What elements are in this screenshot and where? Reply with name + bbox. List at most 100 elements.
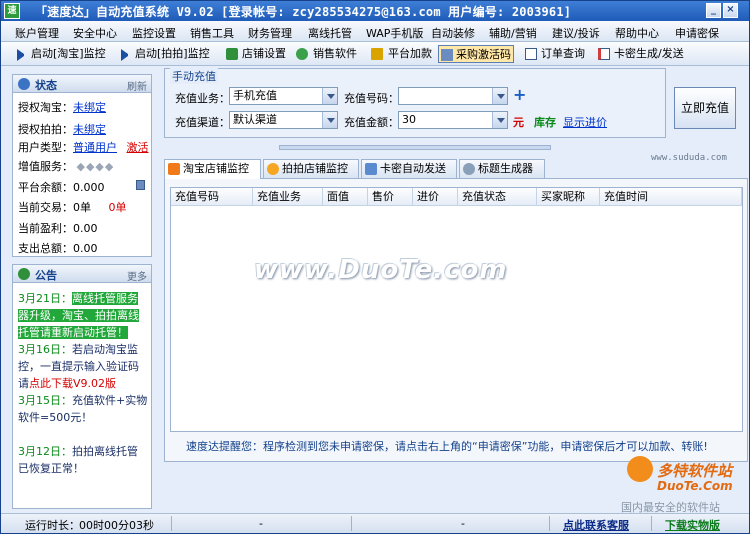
start-taobao-monitor-button[interactable]: 启动[淘宝]监控 bbox=[17, 45, 106, 63]
notice-panel-header: 公告 更多 bbox=[13, 265, 151, 283]
divider bbox=[651, 516, 652, 531]
current-profit-row: 当前盈利：0.00 bbox=[18, 220, 98, 236]
tab-label: 卡密自动发送 bbox=[380, 162, 446, 175]
tab-taobao-monitor[interactable]: 淘宝店铺监控 bbox=[164, 159, 261, 179]
column-header[interactable]: 面值 bbox=[323, 188, 368, 206]
column-header[interactable]: 充值业务 bbox=[253, 188, 323, 206]
menu-suggestions[interactable]: 建议/投诉 bbox=[552, 25, 600, 41]
people-icon bbox=[296, 48, 308, 60]
amount-value: 30 bbox=[402, 113, 416, 126]
start-paipai-monitor-button[interactable]: 启动[拍拍]监控 bbox=[121, 45, 210, 63]
site-url: www.sududa.com bbox=[651, 153, 727, 163]
refresh-link[interactable]: 刷新 bbox=[127, 78, 147, 93]
platform-add-funds-button[interactable]: 平台加款 bbox=[371, 45, 432, 63]
balance-value: 0.000 bbox=[73, 181, 105, 194]
status-icon bbox=[18, 78, 30, 90]
sell-software-label: 销售软件 bbox=[313, 47, 357, 60]
auth-paipai-link[interactable]: 未绑定 bbox=[73, 123, 106, 136]
menu-bar: 账户管理 安全中心 监控设置 销售工具 财务管理 离线托管 WAP手机版 自动装… bbox=[1, 21, 749, 42]
menu-finance[interactable]: 财务管理 bbox=[248, 25, 292, 41]
card-generate-send-button[interactable]: 卡密生成/发送 bbox=[598, 45, 684, 63]
business-select[interactable]: 手机充值 bbox=[229, 87, 338, 105]
badge-name: 多特软件站 bbox=[657, 462, 733, 480]
tab-paipai-monitor[interactable]: 拍拍店铺监控 bbox=[263, 159, 359, 178]
app-icon: 速 bbox=[4, 3, 20, 19]
channel-label: 充值渠道： bbox=[175, 116, 230, 129]
status-dash: - bbox=[259, 517, 263, 530]
menu-apply-security[interactable]: 申请密保 bbox=[675, 25, 719, 41]
notice-date: 3月16日： bbox=[18, 343, 72, 356]
total-expense-row: 支出总额：0.00 bbox=[18, 240, 98, 256]
menu-monitor-settings[interactable]: 监控设置 bbox=[132, 25, 176, 41]
stock-link[interactable]: 库存 bbox=[534, 114, 556, 130]
business-value: 手机充值 bbox=[233, 89, 277, 102]
menu-auto-decorate[interactable]: 自动装修 bbox=[431, 25, 475, 41]
expense-value: 0.00 bbox=[73, 242, 98, 255]
recharge-now-button[interactable]: 立即充值 bbox=[674, 87, 736, 129]
watermark-text: www.DuoTe.com bbox=[254, 255, 508, 285]
minimize-button[interactable]: _ bbox=[706, 3, 721, 18]
column-header[interactable]: 进价 bbox=[413, 188, 458, 206]
card-icon bbox=[365, 163, 377, 175]
close-button[interactable]: × bbox=[723, 3, 738, 18]
menu-wap[interactable]: WAP手机版 bbox=[366, 25, 423, 41]
notice-item[interactable]: 3月15日：充值软件+实物软件=500元！ bbox=[18, 392, 148, 426]
tab-label: 拍拍店铺监控 bbox=[282, 162, 348, 175]
more-link[interactable]: 更多 bbox=[127, 268, 147, 283]
security-reminder: 速度达提醒您：程序检测到您未申请密保，请点击右上角的“申请密保”功能，申请密保后… bbox=[186, 440, 708, 453]
divider bbox=[549, 516, 550, 531]
menu-sales-tools[interactable]: 销售工具 bbox=[190, 25, 234, 41]
notice-item[interactable]: 3月16日：若启动淘宝监控，一直提示输入验证码请点此下载V9.02版 bbox=[18, 341, 148, 392]
column-header[interactable]: 买家昵称 bbox=[537, 188, 600, 206]
menu-offline-hosting[interactable]: 离线托管 bbox=[308, 25, 352, 41]
user-type-link[interactable]: 普通用户 bbox=[73, 141, 117, 154]
number-label: 充值号码： bbox=[344, 92, 399, 105]
number-input[interactable] bbox=[398, 87, 508, 105]
menu-security[interactable]: 安全中心 bbox=[73, 25, 117, 41]
auth-paipai-label: 授权拍拍： bbox=[18, 123, 73, 136]
title-bar: 速 「速度达」自动充值系统 V9.02 [登录帐号: zcy285534275@… bbox=[1, 1, 749, 21]
vas-label: 增值服务： bbox=[18, 160, 73, 173]
vas-row: 增值服务： ◆◆◆◆ bbox=[18, 158, 114, 174]
status-dash: - bbox=[461, 517, 465, 530]
badge-url: DuoTe.Com bbox=[657, 479, 733, 493]
notice-item[interactable]: 3月21日：离线托管服务器升级，淘宝、拍拍离线托管请重新启动托管！ bbox=[18, 290, 148, 341]
amount-select[interactable]: 30 bbox=[398, 111, 508, 129]
generator-icon bbox=[463, 163, 475, 175]
auth-taobao-label: 授权淘宝： bbox=[18, 101, 73, 114]
auth-taobao-link[interactable]: 未绑定 bbox=[73, 101, 106, 114]
play-icon bbox=[121, 49, 133, 61]
download-physical-link[interactable]: 下载实物版 bbox=[665, 517, 720, 533]
shop-settings-button[interactable]: 店铺设置 bbox=[226, 45, 286, 63]
splitter-handle[interactable] bbox=[279, 145, 551, 150]
channel-select[interactable]: 默认渠道 bbox=[229, 111, 338, 129]
contact-service-link[interactable]: 点此联系客服 bbox=[563, 517, 629, 533]
column-header[interactable]: 充值时间 bbox=[600, 188, 742, 206]
column-header[interactable]: 售价 bbox=[368, 188, 413, 206]
taobao-icon bbox=[168, 163, 180, 175]
column-header[interactable]: 充值号码 bbox=[171, 188, 253, 206]
gift-icon bbox=[371, 48, 383, 60]
menu-account[interactable]: 账户管理 bbox=[15, 25, 59, 41]
show-cost-link[interactable]: 显示进价 bbox=[563, 114, 607, 130]
purchase-activation-code-button[interactable]: 采购激活码 bbox=[438, 45, 514, 63]
notice-item[interactable]: 3月12日：拍拍离线托管已恢复正常！ bbox=[18, 443, 148, 477]
chevron-down-icon bbox=[322, 112, 337, 128]
app-window: 速 「速度达」自动充值系统 V9.02 [登录帐号: zcy285534275@… bbox=[0, 0, 750, 534]
add-icon[interactable]: + bbox=[513, 85, 526, 104]
sell-software-button[interactable]: 销售软件 bbox=[296, 45, 357, 63]
calculator-icon[interactable] bbox=[136, 180, 145, 190]
card-generate-label: 卡密生成/发送 bbox=[614, 47, 684, 60]
column-header[interactable]: 充值状态 bbox=[458, 188, 537, 206]
user-type-label: 用户类型： bbox=[18, 141, 73, 154]
menu-assist-marketing[interactable]: 辅助/营销 bbox=[489, 25, 537, 41]
tab-card-auto-send[interactable]: 卡密自动发送 bbox=[361, 159, 457, 178]
start-taobao-label: 启动[淘宝]监控 bbox=[31, 47, 106, 60]
activate-link[interactable]: 激活 bbox=[127, 141, 149, 154]
order-query-button[interactable]: 订单查询 bbox=[525, 45, 585, 63]
trade-value-red: 0单 bbox=[108, 201, 127, 214]
tab-title-generator[interactable]: 标题生成器 bbox=[459, 159, 545, 178]
orders-table[interactable]: 充值号码 充值业务 面值 售价 进价 充值状态 买家昵称 充值时间 bbox=[170, 187, 743, 432]
download-v902-link[interactable]: 点此下载V9.02版 bbox=[29, 377, 116, 390]
menu-help[interactable]: 帮助中心 bbox=[615, 25, 659, 41]
